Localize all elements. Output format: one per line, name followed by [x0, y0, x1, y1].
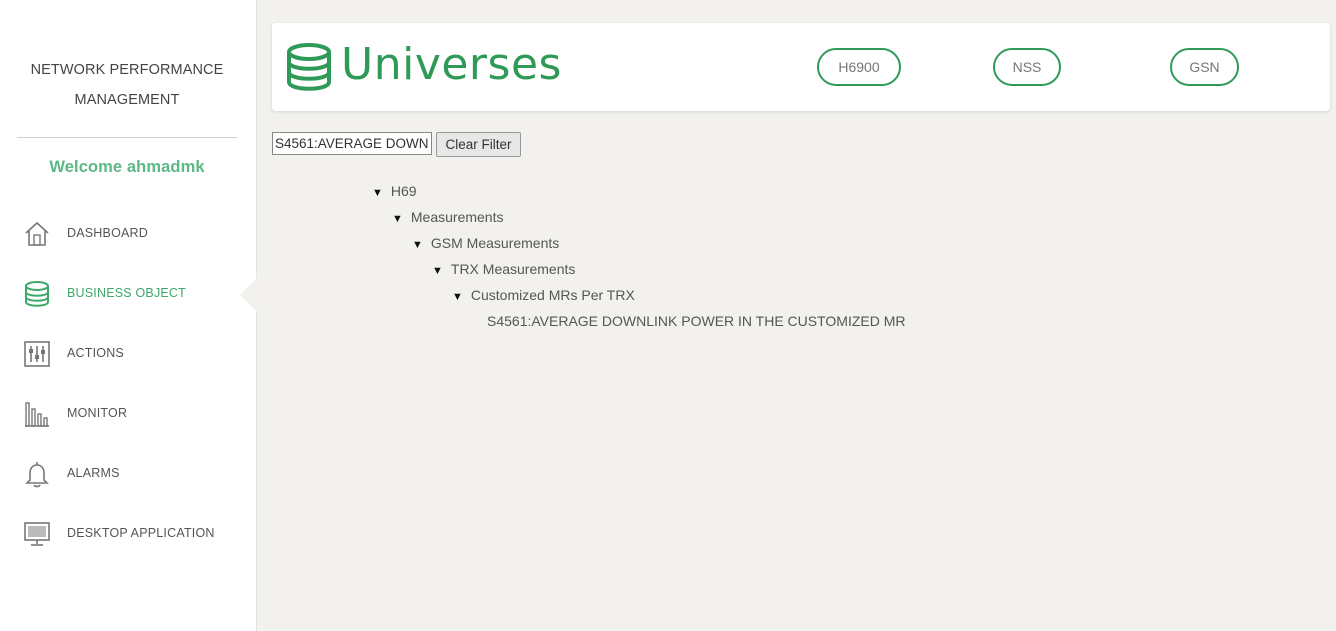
nav-label: DESKTOP APPLICATION	[67, 526, 215, 540]
tree-node-label: GSM Measurements	[430, 235, 560, 251]
tree-leaf-s4561[interactable]: S4561:AVERAGE DOWNLINK POWER IN THE CUST…	[487, 311, 906, 331]
expand-toggle-icon[interactable]: ▼	[432, 265, 443, 277]
page-title: Universes	[341, 39, 562, 90]
divider	[17, 137, 237, 138]
home-icon	[25, 221, 49, 246]
brand-title: NETWORK PERFORMANCE MANAGEMENT	[17, 55, 237, 115]
active-indicator	[240, 278, 257, 312]
expand-toggle-icon[interactable]: ▼	[412, 239, 423, 251]
nav-label: BUSINESS OBJECT	[67, 286, 186, 300]
nav-label: MONITOR	[67, 406, 128, 420]
monitor-icon	[24, 522, 50, 546]
bar-chart-icon	[25, 402, 49, 427]
tree-node-measurements[interactable]: ▼ Measurements	[392, 207, 503, 227]
nav-item-desktop-application[interactable]: DESKTOP APPLICATION	[0, 512, 256, 556]
tree-node-label: S4561:AVERAGE DOWNLINK POWER IN THE CUST…	[487, 313, 906, 329]
tree-node-trx-measurements[interactable]: ▼ TRX Measurements	[432, 259, 575, 279]
clear-filter-button[interactable]: Clear Filter	[436, 132, 521, 157]
expand-toggle-icon[interactable]: ▼	[392, 213, 403, 225]
expand-toggle-icon[interactable]: ▼	[372, 187, 383, 199]
tree-node-label: Measurements	[410, 209, 504, 225]
filter-input[interactable]	[272, 132, 432, 155]
welcome-message: Welcome ahmadmk	[49, 158, 205, 176]
pill-gsn[interactable]: GSN	[1170, 48, 1239, 86]
nav-item-business-object[interactable]: BUSINESS OBJECT	[0, 272, 256, 316]
nav-label: ALARMS	[67, 466, 120, 480]
nav-label: ACTIONS	[67, 346, 124, 360]
tree-node-label: H69	[390, 183, 417, 199]
sidebar: NETWORK PERFORMANCE MANAGEMENT Welcome a…	[0, 0, 257, 631]
bell-icon	[25, 462, 49, 488]
expand-toggle-icon[interactable]: ▼	[452, 291, 463, 303]
sliders-icon	[24, 341, 50, 367]
tree-node-gsm-measurements[interactable]: ▼ GSM Measurements	[412, 233, 559, 253]
pill-h6900[interactable]: H6900	[817, 48, 901, 86]
tree-node-h69[interactable]: ▼ H69	[372, 181, 417, 201]
tree-node-label: TRX Measurements	[450, 261, 576, 277]
nav-label: DASHBOARD	[67, 226, 148, 240]
tree-node-label: Customized MRs Per TRX	[470, 287, 635, 303]
header-card: Universes H6900 NSS GSN	[272, 23, 1330, 111]
nav-item-actions[interactable]: ACTIONS	[0, 332, 256, 376]
brand-line-2: MANAGEMENT	[74, 92, 180, 108]
database-icon	[25, 281, 49, 307]
nav-item-dashboard[interactable]: DASHBOARD	[0, 212, 256, 256]
database-icon	[287, 43, 331, 91]
brand-line-1: NETWORK PERFORMANCE	[30, 62, 224, 78]
tree-node-customized-mrs[interactable]: ▼ Customized MRs Per TRX	[452, 285, 635, 305]
nav-item-alarms[interactable]: ALARMS	[0, 452, 256, 496]
nav-item-monitor[interactable]: MONITOR	[0, 392, 256, 436]
pill-nss[interactable]: NSS	[993, 48, 1061, 86]
